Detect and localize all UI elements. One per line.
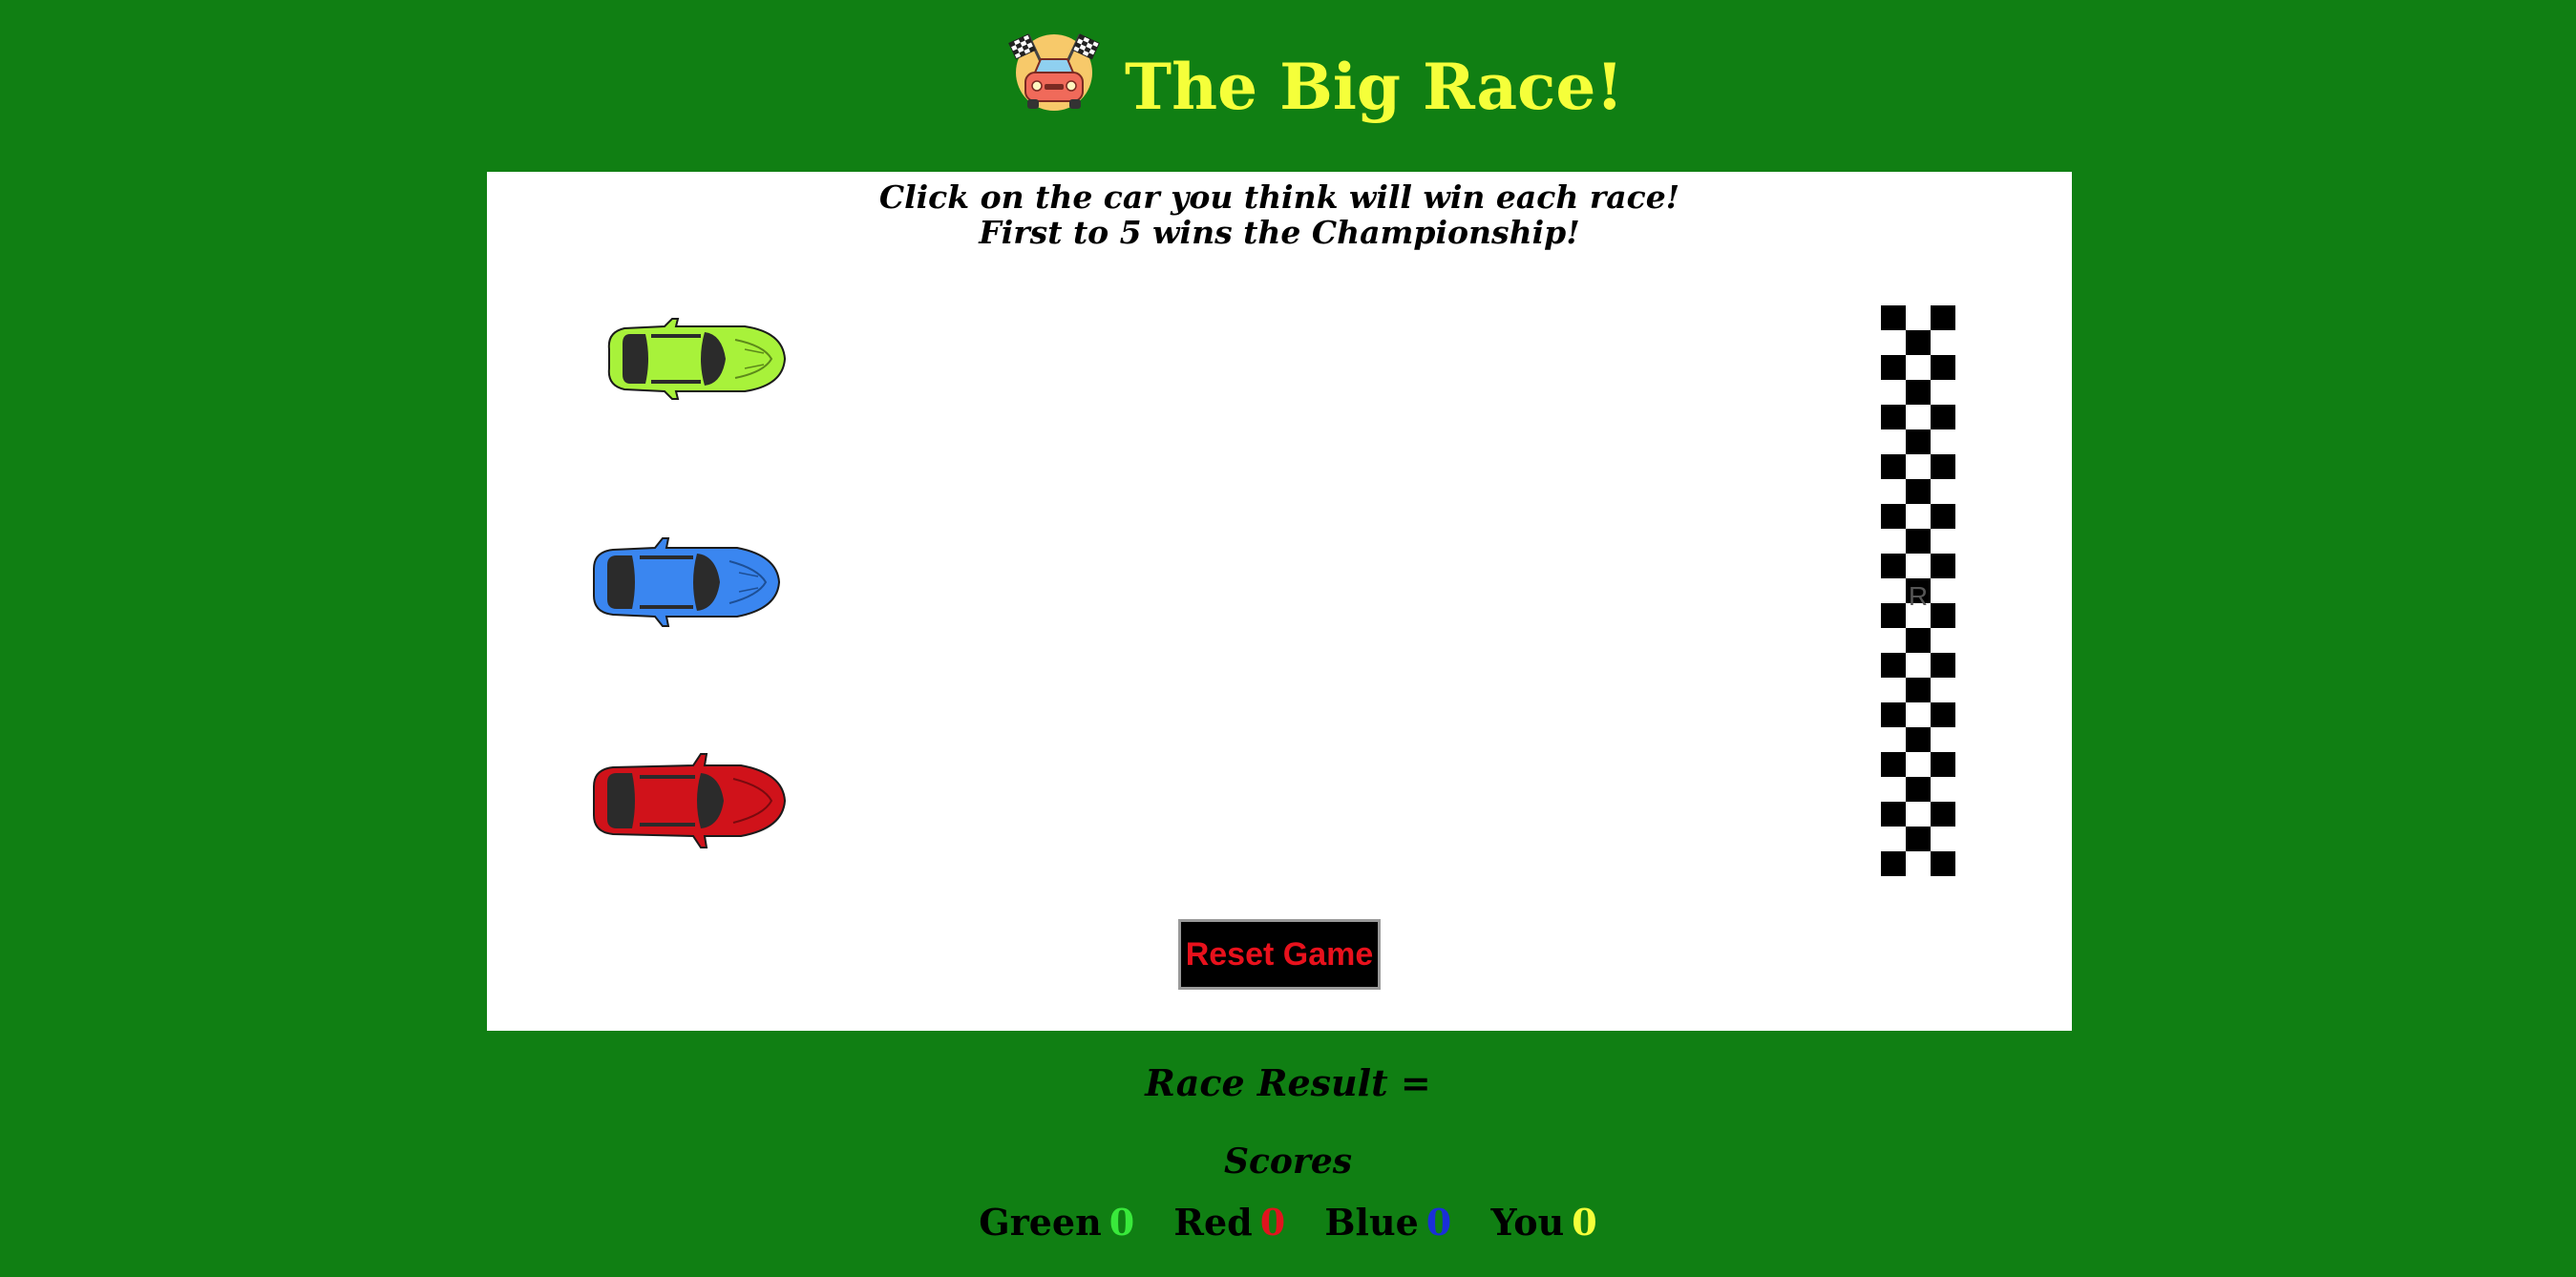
score-green: Green 0	[979, 1201, 1134, 1244]
finish-line-check	[1881, 405, 1906, 429]
finish-line-label: R	[1909, 581, 1928, 611]
finish-line-check	[1881, 702, 1906, 727]
score-red: Red 0	[1173, 1201, 1285, 1244]
score-blue-label: Blue	[1324, 1201, 1419, 1244]
finish-line-check	[1881, 603, 1906, 628]
checkered-finish-line-icon: R	[1881, 305, 1955, 876]
instructions: Click on the car you think will win each…	[487, 179, 2072, 250]
score-you-label: You	[1490, 1201, 1565, 1244]
header: The Big Race!	[0, 0, 2576, 172]
score-blue-value: 0	[1425, 1201, 1452, 1244]
finish-line-check	[1931, 851, 1955, 876]
finish-line-check	[1906, 380, 1931, 405]
finish-line-check	[1906, 727, 1931, 752]
scores-row: Green 0 Red 0 Blue 0 You 0	[0, 1201, 2576, 1244]
score-you: You 0	[1490, 1201, 1596, 1244]
score-green-value: 0	[1109, 1201, 1135, 1244]
finish-line-check	[1931, 802, 1955, 827]
finish-line-check	[1931, 504, 1955, 529]
finish-line-check	[1881, 554, 1906, 578]
instructions-line-2: First to 5 wins the Championship!	[979, 214, 1580, 251]
race-car-checkered-flags-icon	[1008, 33, 1100, 111]
red-car-icon[interactable]	[588, 750, 789, 851]
finish-line-check	[1906, 529, 1931, 554]
finish-line-check	[1906, 827, 1931, 851]
finish-line-check	[1906, 429, 1931, 454]
finish-line-check	[1881, 454, 1906, 479]
finish-line-check	[1906, 479, 1931, 504]
finish-line-check	[1931, 355, 1955, 380]
finish-line-check	[1931, 603, 1955, 628]
finish-line-check	[1881, 752, 1906, 777]
finish-line-check	[1881, 504, 1906, 529]
race-result-label: Race Result =	[1145, 1061, 1431, 1104]
score-blue: Blue 0	[1324, 1201, 1451, 1244]
finish-line-check	[1931, 305, 1955, 330]
finish-line-check	[1906, 777, 1931, 802]
finish-line-check	[1881, 355, 1906, 380]
green-car-icon[interactable]	[602, 311, 789, 407]
finish-line-check	[1931, 702, 1955, 727]
scores-title: Scores	[1223, 1141, 1353, 1182]
blue-car-icon[interactable]	[588, 533, 783, 632]
finish-line-check	[1931, 752, 1955, 777]
score-red-value: 0	[1259, 1201, 1286, 1244]
finish-line-check	[1881, 851, 1906, 876]
finish-line-check	[1906, 628, 1931, 653]
race-track-panel: Click on the car you think will win each…	[487, 172, 2072, 1031]
finish-line-check	[1931, 454, 1955, 479]
score-you-value: 0	[1572, 1201, 1597, 1244]
page-title: The Big Race!	[1125, 50, 1624, 124]
reset-game-button[interactable]: Reset Game	[1178, 919, 1381, 990]
finish-line-check	[1881, 802, 1906, 827]
score-red-label: Red	[1173, 1201, 1253, 1244]
finish-line-check	[1931, 405, 1955, 429]
finish-line-check	[1906, 678, 1931, 702]
instructions-line-1: Click on the car you think will win each…	[878, 178, 1680, 216]
finish-line-check	[1906, 330, 1931, 355]
finish-line-check	[1881, 305, 1906, 330]
finish-line-check	[1931, 653, 1955, 678]
finish-line-check	[1881, 653, 1906, 678]
score-green-label: Green	[979, 1201, 1102, 1244]
finish-line-check	[1931, 554, 1955, 578]
